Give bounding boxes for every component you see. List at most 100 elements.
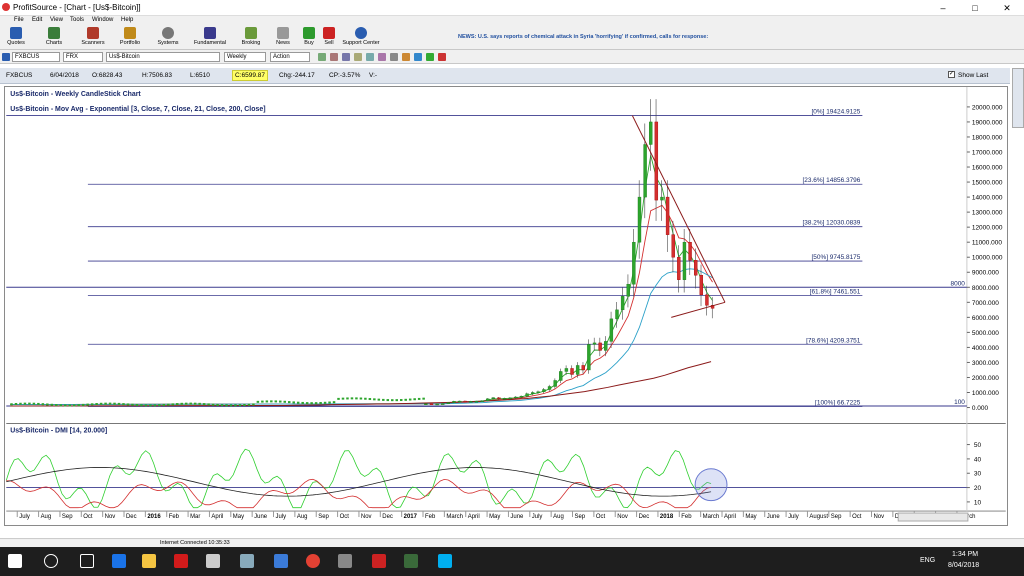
chart-title: Us$-Bitcoin - Weekly CandleStick Chart xyxy=(10,91,141,98)
battery-icon[interactable] xyxy=(820,554,830,568)
candle xyxy=(413,398,416,401)
candle xyxy=(547,386,552,390)
candle xyxy=(81,403,85,406)
broking-button[interactable]: Broking xyxy=(238,27,264,49)
calculator-icon[interactable] xyxy=(206,554,220,568)
chart-area[interactable]: Us$-Bitcoin - Weekly CandleStick Chart U… xyxy=(4,86,1008,526)
crosshair-icon[interactable] xyxy=(342,53,350,61)
time-tick-label: March xyxy=(703,514,720,520)
refresh-icon[interactable] xyxy=(2,53,10,61)
time-tick-label: Mar xyxy=(190,514,200,520)
page-monitor-tab[interactable] xyxy=(1012,68,1024,128)
security-icon[interactable] xyxy=(274,554,288,568)
show-last-checkbox[interactable]: ✓ xyxy=(948,71,955,78)
candle xyxy=(144,404,148,407)
systems-button[interactable]: Systems xyxy=(154,27,182,49)
kmart-icon[interactable] xyxy=(174,554,188,568)
time-tick-label: July xyxy=(532,514,543,520)
close-icon[interactable]: ✕ xyxy=(992,0,1022,16)
people-icon[interactable] xyxy=(760,554,770,568)
scanners-button[interactable]: Scanners xyxy=(78,27,108,49)
candle xyxy=(99,402,103,405)
task-view-icon[interactable] xyxy=(80,554,94,568)
windows-start-icon[interactable] xyxy=(8,554,22,568)
price-tick-label: 9000.000 xyxy=(972,270,999,277)
menu-edit[interactable]: Edit xyxy=(32,17,42,23)
horizontal-line-label: 8000 xyxy=(951,280,966,287)
time-tick-label: Dec xyxy=(639,514,650,520)
price-tick-label: 3000.000 xyxy=(972,360,999,367)
buy-button[interactable]: Buy xyxy=(300,27,318,49)
time-tick-label: Oct xyxy=(596,514,606,520)
candle xyxy=(229,404,233,407)
folder-icon[interactable] xyxy=(338,554,352,568)
menu-file[interactable]: File xyxy=(14,17,24,23)
candle xyxy=(469,401,473,403)
charts-button[interactable]: Charts xyxy=(42,27,66,49)
alert-icon[interactable] xyxy=(402,53,410,61)
candle xyxy=(256,400,260,403)
minimize-icon[interactable]: – xyxy=(928,0,958,16)
chrome-icon[interactable] xyxy=(306,554,320,568)
trendline-icon[interactable] xyxy=(354,53,362,61)
symbol-name-field[interactable]: Us$-Bitcoin xyxy=(106,52,220,62)
indicator-icon[interactable] xyxy=(378,53,386,61)
candle xyxy=(279,400,282,403)
skype-icon[interactable] xyxy=(438,554,452,568)
chevron-up-icon[interactable] xyxy=(794,554,804,568)
file-explorer-icon[interactable] xyxy=(142,554,156,568)
menu-view[interactable]: View xyxy=(50,17,63,23)
wifi-icon[interactable] xyxy=(850,554,860,568)
go-icon[interactable] xyxy=(404,554,418,568)
maximize-icon[interactable]: □ xyxy=(960,0,990,16)
delete-icon[interactable] xyxy=(438,53,446,61)
clock-time[interactable]: 1:34 PM xyxy=(952,551,978,558)
symbol-code-field[interactable]: FXBCUS xyxy=(12,52,60,62)
candle xyxy=(171,403,175,406)
fundamental-button[interactable]: Fundamental xyxy=(192,27,228,49)
notification-icon[interactable] xyxy=(1002,554,1014,568)
profitsource-icon[interactable] xyxy=(372,554,386,568)
period-select[interactable]: Weekly xyxy=(224,52,266,62)
horizontal-scrollbar[interactable] xyxy=(897,512,969,522)
search-icon[interactable] xyxy=(44,554,58,568)
time-tick-label: Aug xyxy=(41,514,52,520)
candle xyxy=(355,397,358,400)
news-ticker[interactable]: NEWS: U.S. says reports of chemical atta… xyxy=(458,34,708,40)
candle xyxy=(10,403,13,406)
pen-icon[interactable] xyxy=(898,554,908,568)
print-icon[interactable] xyxy=(414,53,422,61)
candle xyxy=(626,284,630,297)
fib-label: [78.6%] 4209.3751 xyxy=(806,337,861,344)
zoom-out-icon[interactable] xyxy=(330,53,338,61)
candle xyxy=(373,398,376,401)
language-indicator[interactable]: ENG xyxy=(920,557,935,564)
fundamental-icon xyxy=(204,27,216,39)
sell-button[interactable]: Sell xyxy=(320,27,338,49)
price-tick-label: 16000.000 xyxy=(972,165,1003,172)
exchange-select[interactable]: FRX xyxy=(63,52,103,62)
volume-icon[interactable] xyxy=(876,554,886,568)
fibonacci-icon[interactable] xyxy=(366,53,374,61)
zoom-in-icon[interactable] xyxy=(318,53,326,61)
news-button[interactable]: News xyxy=(272,27,294,49)
snipping-tool-icon[interactable] xyxy=(240,554,254,568)
candle xyxy=(261,400,264,403)
quotes-button[interactable]: Quotes xyxy=(4,27,28,49)
candle xyxy=(77,404,80,407)
action-menu[interactable]: Action xyxy=(270,52,310,62)
menu-tools[interactable]: Tools xyxy=(70,17,84,23)
clock-date[interactable]: 8/04/2018 xyxy=(948,562,979,569)
menu-bar: File Edit View Tools Window Help xyxy=(0,16,1024,26)
candle xyxy=(32,402,36,405)
candle xyxy=(341,397,345,400)
edge-icon[interactable] xyxy=(112,554,126,568)
settings-icon[interactable] xyxy=(390,53,398,61)
save-icon[interactable] xyxy=(426,53,434,61)
menu-help[interactable]: Help xyxy=(121,17,133,23)
support-center-button[interactable]: Support Center xyxy=(340,27,382,49)
menu-window[interactable]: Window xyxy=(92,17,113,23)
price-tick-label: 17000.000 xyxy=(972,149,1003,156)
portfolio-button[interactable]: Portfolio xyxy=(116,27,144,49)
candle xyxy=(104,402,107,405)
